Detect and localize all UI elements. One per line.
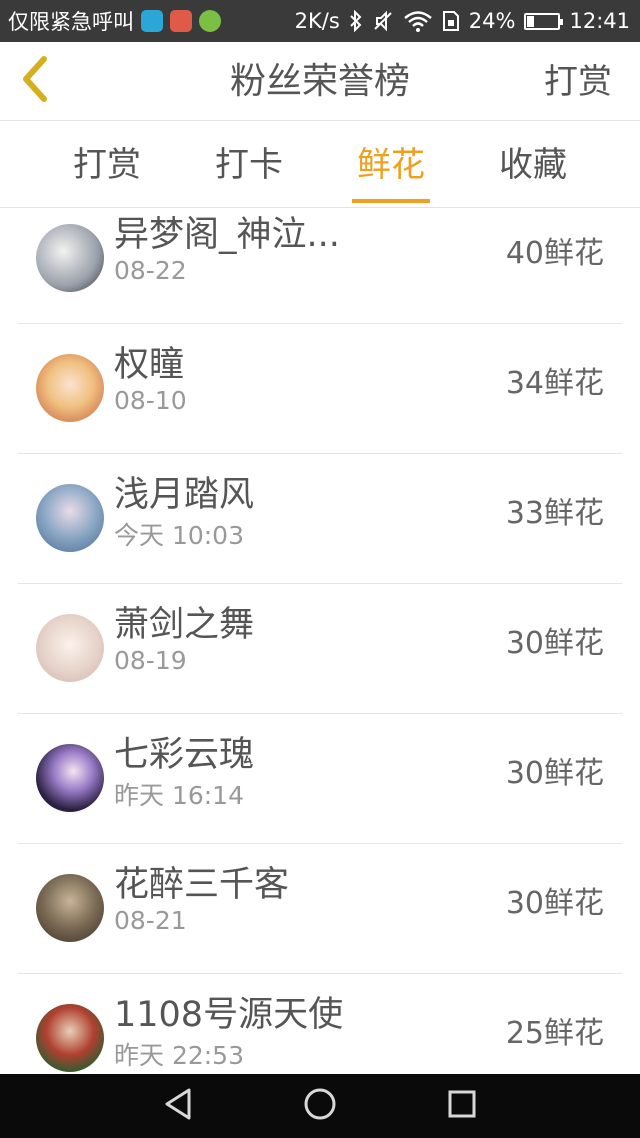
fan-time: 08-21 (114, 906, 187, 935)
avatar[interactable] (36, 874, 104, 942)
app-header: 粉丝荣誉榜 打赏 (0, 42, 640, 121)
fan-time: 昨天 22:53 (114, 1041, 244, 1070)
flower-count: 30鲜花 (505, 626, 604, 661)
flower-count: 34鲜花 (505, 366, 604, 401)
list-item[interactable]: 七彩云瑰 昨天 16:14 30鲜花 (0, 714, 640, 844)
nav-back-button[interactable] (158, 1086, 198, 1126)
triangle-back-icon (162, 1087, 194, 1125)
flower-count: 33鲜花 (505, 496, 604, 531)
flower-count: 25鲜花 (505, 1016, 604, 1051)
list-item[interactable]: 浅月踏风 今天 10:03 33鲜花 (0, 454, 640, 584)
list-item[interactable]: 异梦阁_神泣... 08-22 40鲜花 (0, 208, 640, 324)
nav-home-button[interactable] (300, 1086, 340, 1126)
app-icon-blue (141, 10, 163, 32)
list-item[interactable]: 1108号源天使 昨天 22:53 25鲜花 (0, 974, 640, 1074)
tab-indicator (352, 199, 430, 203)
sim-icon (442, 10, 460, 32)
avatar[interactable] (36, 744, 104, 812)
reward-button[interactable]: 打赏 (544, 42, 612, 120)
fan-time: 08-22 (114, 256, 187, 285)
avatar[interactable] (36, 484, 104, 552)
tab-favorites[interactable]: 收藏 (478, 121, 588, 207)
fan-name: 权瞳 (114, 345, 185, 385)
fan-name: 花醉三千客 (114, 865, 290, 905)
flower-count: 30鲜花 (505, 886, 604, 921)
battery-icon (524, 12, 564, 30)
fan-name: 1108号源天使 (114, 995, 344, 1035)
network-speed: 2K/s (294, 9, 340, 33)
avatar[interactable] (36, 224, 104, 292)
status-left-text: 仅限紧急呼叫 (8, 10, 134, 34)
battery-percent: 24% (468, 9, 516, 33)
fan-time: 08-10 (114, 386, 187, 415)
avatar[interactable] (36, 1004, 104, 1072)
list-item[interactable]: 花醉三千客 08-21 30鲜花 (0, 844, 640, 974)
app-icon-green (199, 10, 221, 32)
circle-home-icon (303, 1087, 337, 1125)
fan-time: 昨天 16:14 (114, 781, 244, 810)
square-recents-icon (447, 1089, 477, 1123)
fan-name: 萧剑之舞 (114, 605, 255, 645)
wifi-icon (403, 10, 433, 32)
app-icon-red (170, 10, 192, 32)
fan-ranking-list[interactable]: 异梦阁_神泣... 08-22 40鲜花 权瞳 08-10 34鲜花 浅月踏风 … (0, 208, 640, 1074)
status-bar: 仅限紧急呼叫 2K/s 24% 12:41 (0, 0, 640, 42)
flower-count: 40鲜花 (505, 236, 604, 271)
tab-flowers[interactable]: 鲜花 (336, 121, 446, 207)
tab-checkin[interactable]: 打卡 (194, 121, 304, 207)
clock: 12:41 (569, 9, 630, 33)
tab-reward[interactable]: 打赏 (52, 121, 162, 207)
mute-icon (372, 10, 394, 32)
list-item[interactable]: 权瞳 08-10 34鲜花 (0, 324, 640, 454)
system-nav-bar (0, 1074, 640, 1138)
avatar[interactable] (36, 614, 104, 682)
nav-recents-button[interactable] (442, 1086, 482, 1126)
bluetooth-icon (349, 10, 363, 32)
fan-name: 浅月踏风 (114, 475, 255, 515)
fan-time: 今天 10:03 (114, 521, 244, 550)
avatar[interactable] (36, 354, 104, 422)
list-item[interactable]: 萧剑之舞 08-19 30鲜花 (0, 584, 640, 714)
fan-time: 08-19 (114, 646, 187, 675)
fan-name: 七彩云瑰 (114, 735, 255, 775)
tab-bar: 打赏 打卡 鲜花 收藏 (0, 121, 640, 208)
flower-count: 30鲜花 (505, 756, 604, 791)
fan-name: 异梦阁_神泣... (114, 215, 340, 255)
